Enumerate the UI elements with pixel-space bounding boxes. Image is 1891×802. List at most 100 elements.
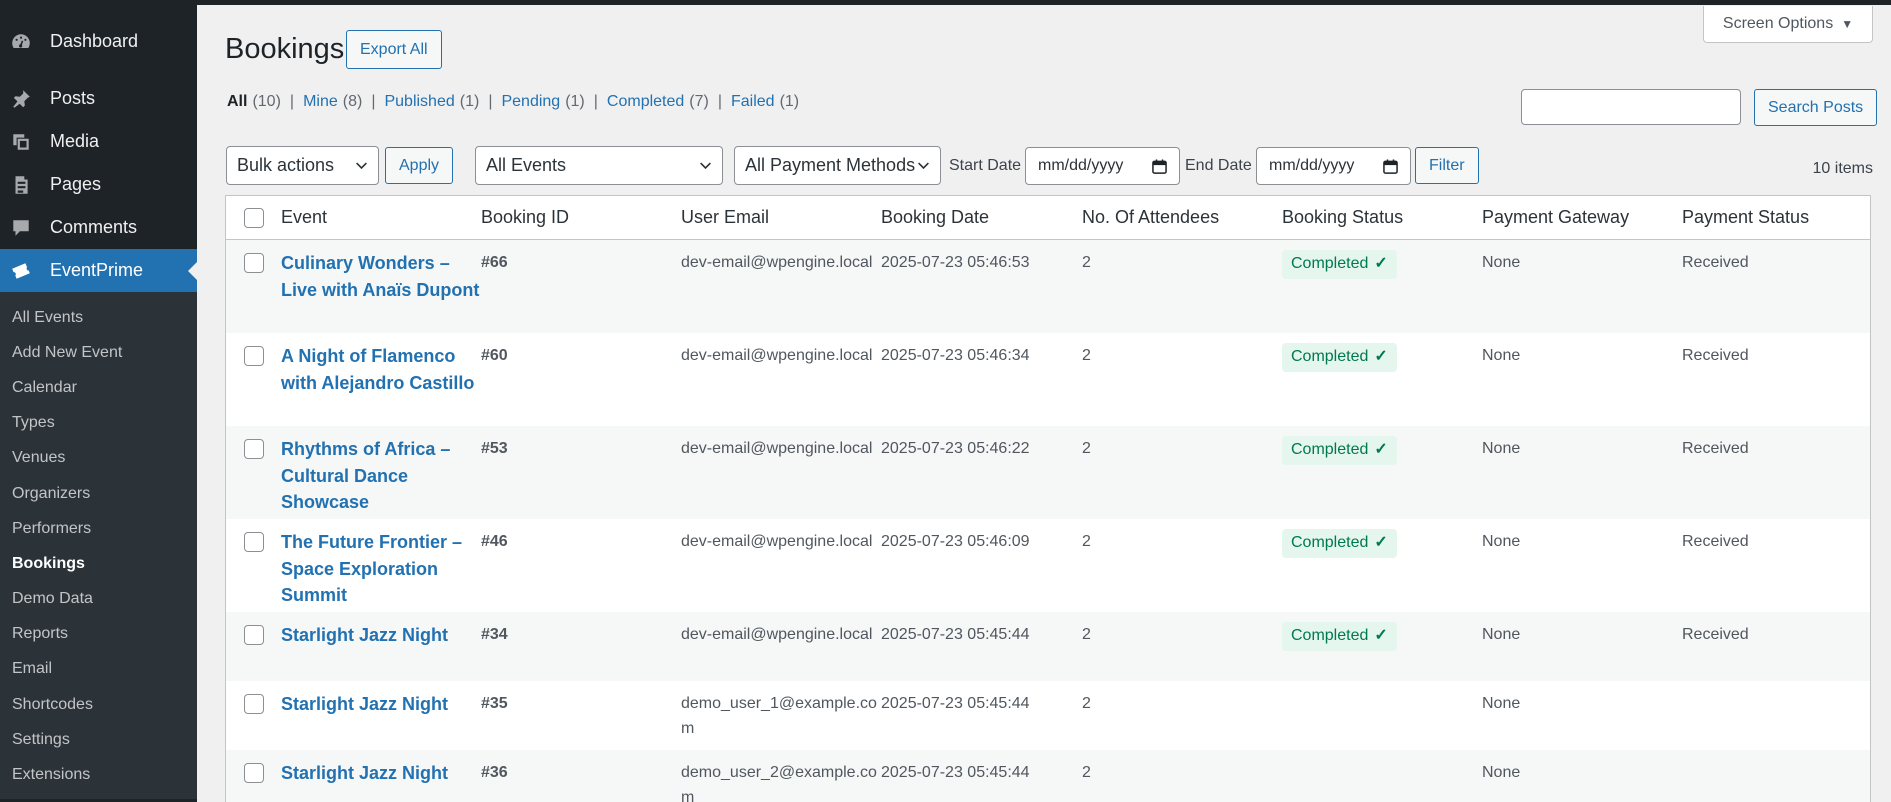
event-link[interactable]: The Future Frontier – Space Exploration …	[281, 532, 462, 605]
submenu-all-events[interactable]: All Events	[0, 300, 197, 335]
bulk-actions-select[interactable]: Bulk actions	[226, 146, 379, 185]
column-attendees[interactable]: No. Of Attendees	[1082, 205, 1282, 230]
event-link[interactable]: Starlight Jazz Night	[281, 625, 448, 645]
menu-item-pages[interactable]: Pages	[0, 163, 197, 206]
row-checkbox[interactable]	[243, 694, 264, 714]
end-date-input[interactable]: mm/dd/yyyy	[1256, 147, 1411, 185]
event-link[interactable]: A Night of Flamenco with Alejandro Casti…	[281, 346, 474, 393]
items-count: 10 items	[1812, 160, 1873, 177]
booking-status-cell: Completed ✓	[1282, 519, 1482, 558]
view-all[interactable]: All	[227, 93, 247, 111]
submenu-extensions[interactable]: Extensions	[0, 757, 197, 792]
column-booking-id[interactable]: Booking ID	[481, 205, 681, 230]
submenu-bookings[interactable]: Bookings	[0, 546, 197, 581]
menu-label: Dashboard	[50, 31, 139, 51]
booking-date: 2025-07-23 05:46:53	[881, 254, 1030, 271]
calendar-icon[interactable]	[1152, 159, 1167, 174]
checkmark-icon: ✓	[1374, 441, 1388, 458]
row-checkbox[interactable]	[243, 439, 264, 459]
view-failed[interactable]: Failed	[731, 93, 775, 111]
booking-id: #66	[481, 254, 508, 271]
start-date-label: Start Date	[949, 157, 1022, 174]
screen-options-button[interactable]: Screen Options ▼	[1703, 6, 1873, 43]
menu-label: Comments	[50, 217, 138, 237]
row-checkbox[interactable]	[243, 532, 264, 552]
payment-status: Received	[1682, 254, 1749, 271]
payment-gateway: None	[1482, 695, 1521, 712]
row-checkbox-cell	[226, 519, 281, 552]
column-user-email[interactable]: User Email	[681, 205, 881, 230]
submenu-reports[interactable]: Reports	[0, 617, 197, 652]
select-all-checkbox[interactable]	[243, 207, 264, 228]
start-date-input[interactable]: mm/dd/yyyy	[1025, 147, 1180, 185]
submenu-settings[interactable]: Settings	[0, 722, 197, 757]
payment-methods-select[interactable]: All Payment Methods	[734, 146, 941, 185]
booking-date: 2025-07-23 05:45:44	[881, 764, 1030, 781]
row-checkbox-cell	[226, 333, 281, 366]
filter-button[interactable]: Filter	[1415, 147, 1479, 184]
view-mine[interactable]: Mine	[303, 93, 338, 111]
submenu-email[interactable]: Email	[0, 652, 197, 687]
column-payment-status[interactable]: Payment Status	[1682, 205, 1832, 230]
view-completed[interactable]: Completed	[607, 93, 684, 111]
menu-item-media[interactable]: Media	[0, 120, 197, 163]
column-event[interactable]: Event	[281, 205, 481, 230]
submenu-demo-data[interactable]: Demo Data	[0, 582, 197, 617]
column-payment-gateway[interactable]: Payment Gateway	[1482, 205, 1682, 230]
table-row: Starlight Jazz Night #35 demo_user_1@exa…	[226, 681, 1870, 750]
submenu-calendar[interactable]: Calendar	[0, 370, 197, 405]
row-checkbox[interactable]	[243, 346, 264, 366]
payment-gateway: None	[1482, 626, 1521, 643]
column-booking-status[interactable]: Booking Status	[1282, 205, 1482, 230]
booking-status-cell: Completed ✓	[1282, 612, 1482, 651]
checkmark-icon: ✓	[1374, 534, 1388, 551]
booking-date: 2025-07-23 05:45:44	[881, 626, 1030, 643]
export-all-button[interactable]: Export All	[346, 30, 442, 69]
submenu-organizers[interactable]: Organizers	[0, 476, 197, 511]
admin-sidebar: Dashboard Posts Media Pages Comments Eve…	[0, 0, 197, 802]
row-checkbox[interactable]	[243, 253, 264, 273]
apply-button[interactable]: Apply	[385, 147, 454, 184]
events-select[interactable]: All Events	[475, 146, 723, 185]
row-checkbox[interactable]	[243, 763, 264, 783]
submenu-performers[interactable]: Performers	[0, 511, 197, 546]
chevron-down-icon	[700, 162, 711, 170]
menu-item-eventprime[interactable]: EventPrime	[0, 249, 197, 292]
submenu-venues[interactable]: Venues	[0, 441, 197, 476]
booking-id: #46	[481, 533, 508, 550]
calendar-icon[interactable]	[1383, 159, 1398, 174]
attendees-count: 2	[1082, 440, 1091, 457]
start-date-placeholder: mm/dd/yyyy	[1038, 157, 1124, 174]
menu-label: Posts	[50, 88, 96, 108]
select-all-cell	[226, 207, 281, 228]
menu-item-comments[interactable]: Comments	[0, 206, 197, 249]
booking-date: 2025-07-23 05:46:34	[881, 347, 1030, 364]
view-published[interactable]: Published	[384, 93, 454, 111]
payment-status: Received	[1682, 533, 1749, 550]
submenu-add-new-event[interactable]: Add New Event	[0, 335, 197, 370]
event-link[interactable]: Starlight Jazz Night	[281, 763, 448, 783]
event-link[interactable]: Rhythms of Africa – Cultural Dance Showc…	[281, 439, 450, 512]
row-checkbox-cell	[226, 240, 281, 273]
submenu-shortcodes[interactable]: Shortcodes	[0, 687, 197, 722]
search-input[interactable]	[1521, 89, 1741, 125]
event-cell: Starlight Jazz Night	[281, 750, 481, 788]
menu-item-dashboard[interactable]: Dashboard	[0, 20, 197, 63]
event-link[interactable]: Starlight Jazz Night	[281, 694, 448, 714]
column-booking-date[interactable]: Booking Date	[881, 205, 1082, 230]
menu-item-posts[interactable]: Posts	[0, 77, 197, 120]
bookings-table: Event Booking ID User Email Booking Date…	[225, 195, 1871, 802]
search-posts-button[interactable]: Search Posts	[1754, 89, 1878, 126]
submenu-types[interactable]: Types	[0, 406, 197, 441]
event-link[interactable]: Culinary Wonders – Live with Anaïs Dupon…	[281, 253, 479, 300]
payment-status: Received	[1682, 347, 1749, 364]
view-pending[interactable]: Pending	[501, 93, 560, 111]
booking-status-cell: Completed ✓	[1282, 426, 1482, 465]
menu-label: Media	[50, 131, 100, 151]
view-filters: All (10) | Mine (8) | Published (1) | Pendi…	[227, 93, 799, 111]
row-checkbox[interactable]	[243, 625, 264, 645]
booking-date: 2025-07-23 05:45:44	[881, 695, 1030, 712]
attendees-count: 2	[1082, 347, 1091, 364]
tickets-icon	[8, 258, 34, 284]
comments-icon	[8, 215, 34, 241]
